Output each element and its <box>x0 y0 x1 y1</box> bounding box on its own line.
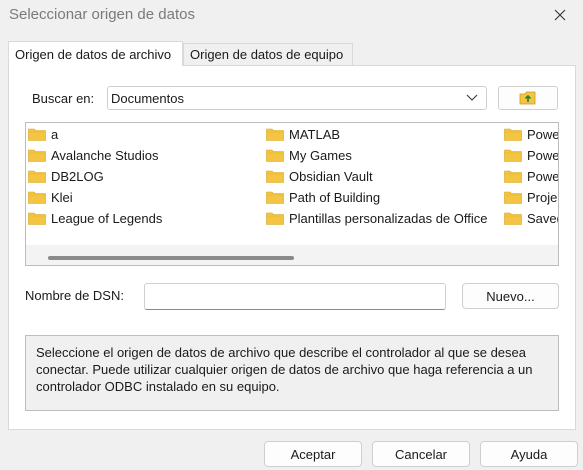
help-button[interactable]: Ayuda <box>480 441 578 467</box>
folder-icon <box>28 212 46 225</box>
close-icon <box>554 9 566 21</box>
list-item[interactable]: League of Legends <box>28 209 162 227</box>
list-item[interactable]: Proje <box>504 188 557 206</box>
list-item-label: Proje <box>527 189 558 205</box>
file-list[interactable]: a Avalanche Studios DB2LOG Klei League of Le… <box>25 122 559 266</box>
tab-machine-data-source[interactable]: Origen de datos de equipo <box>183 43 353 66</box>
list-item-label: Obsidian Vault <box>289 168 373 184</box>
chevron-down-icon <box>466 94 478 101</box>
list-item[interactable]: Path of Building <box>266 188 380 206</box>
folder-icon <box>504 191 522 204</box>
list-item[interactable]: Powe <box>504 167 559 185</box>
list-item-label: My Games <box>289 147 352 163</box>
list-item-label: Powe <box>527 168 559 184</box>
dsn-name-label: Nombre de DSN: <box>25 288 124 303</box>
list-item-label: Plantillas personalizadas de Office <box>289 210 488 226</box>
list-item-label: Avalanche Studios <box>51 147 159 163</box>
folder-icon <box>504 212 522 225</box>
folder-icon <box>504 170 522 183</box>
up-one-level-button[interactable] <box>498 86 558 110</box>
list-item[interactable]: Obsidian Vault <box>266 167 373 185</box>
list-item[interactable]: Plantillas personalizadas de Office <box>266 209 488 227</box>
tab-file-data-source[interactable]: Origen de datos de archivo <box>8 41 183 66</box>
accept-button[interactable]: Aceptar <box>264 441 362 467</box>
folder-icon <box>266 149 284 162</box>
folder-icon <box>266 191 284 204</box>
list-item[interactable]: a <box>28 125 58 143</box>
dsn-name-input[interactable] <box>144 283 446 310</box>
look-in-dropdown[interactable]: Documentos <box>107 86 487 110</box>
list-item-label: Powe <box>527 147 559 163</box>
horizontal-scrollbar[interactable] <box>26 245 558 265</box>
folder-icon <box>504 128 522 141</box>
list-item-label: Saved <box>527 210 558 226</box>
scrollbar-thumb[interactable] <box>48 256 294 260</box>
folder-icon <box>504 149 522 162</box>
list-item[interactable]: DB2LOG <box>28 167 104 185</box>
list-item-label: a <box>51 126 59 142</box>
folder-up-icon <box>519 91 536 105</box>
folder-icon <box>28 191 46 204</box>
folder-icon <box>28 128 46 141</box>
list-item-label: Klei <box>51 189 73 205</box>
window-title: Seleccionar origen de datos <box>9 6 195 23</box>
list-item-label: MATLAB <box>289 126 341 142</box>
list-item[interactable]: Klei <box>28 188 73 206</box>
description-box: Seleccione el origen de datos de archivo… <box>25 335 559 411</box>
new-button[interactable]: Nuevo... <box>462 283 559 309</box>
list-item[interactable]: MATLAB <box>266 125 340 143</box>
look-in-label: Buscar en: <box>32 91 95 106</box>
list-item[interactable]: Saved <box>504 209 558 227</box>
folder-icon <box>266 128 284 141</box>
folder-icon <box>266 212 284 225</box>
list-item[interactable]: My Games <box>266 146 352 164</box>
list-item[interactable]: Powe <box>504 125 559 143</box>
list-item[interactable]: Avalanche Studios <box>28 146 158 164</box>
folder-icon <box>266 170 284 183</box>
cancel-button[interactable]: Cancelar <box>372 441 470 467</box>
list-item-label: Powe <box>527 126 559 142</box>
title-bar: Seleccionar origen de datos <box>0 0 583 32</box>
folder-icon <box>28 170 46 183</box>
close-button[interactable] <box>537 0 583 30</box>
list-item-label: DB2LOG <box>51 168 104 184</box>
list-item[interactable]: Powe <box>504 146 559 164</box>
folder-icon <box>28 149 46 162</box>
list-item-label: Path of Building <box>289 189 381 205</box>
list-item-label: League of Legends <box>51 210 163 226</box>
look-in-value: Documentos <box>111 91 184 106</box>
